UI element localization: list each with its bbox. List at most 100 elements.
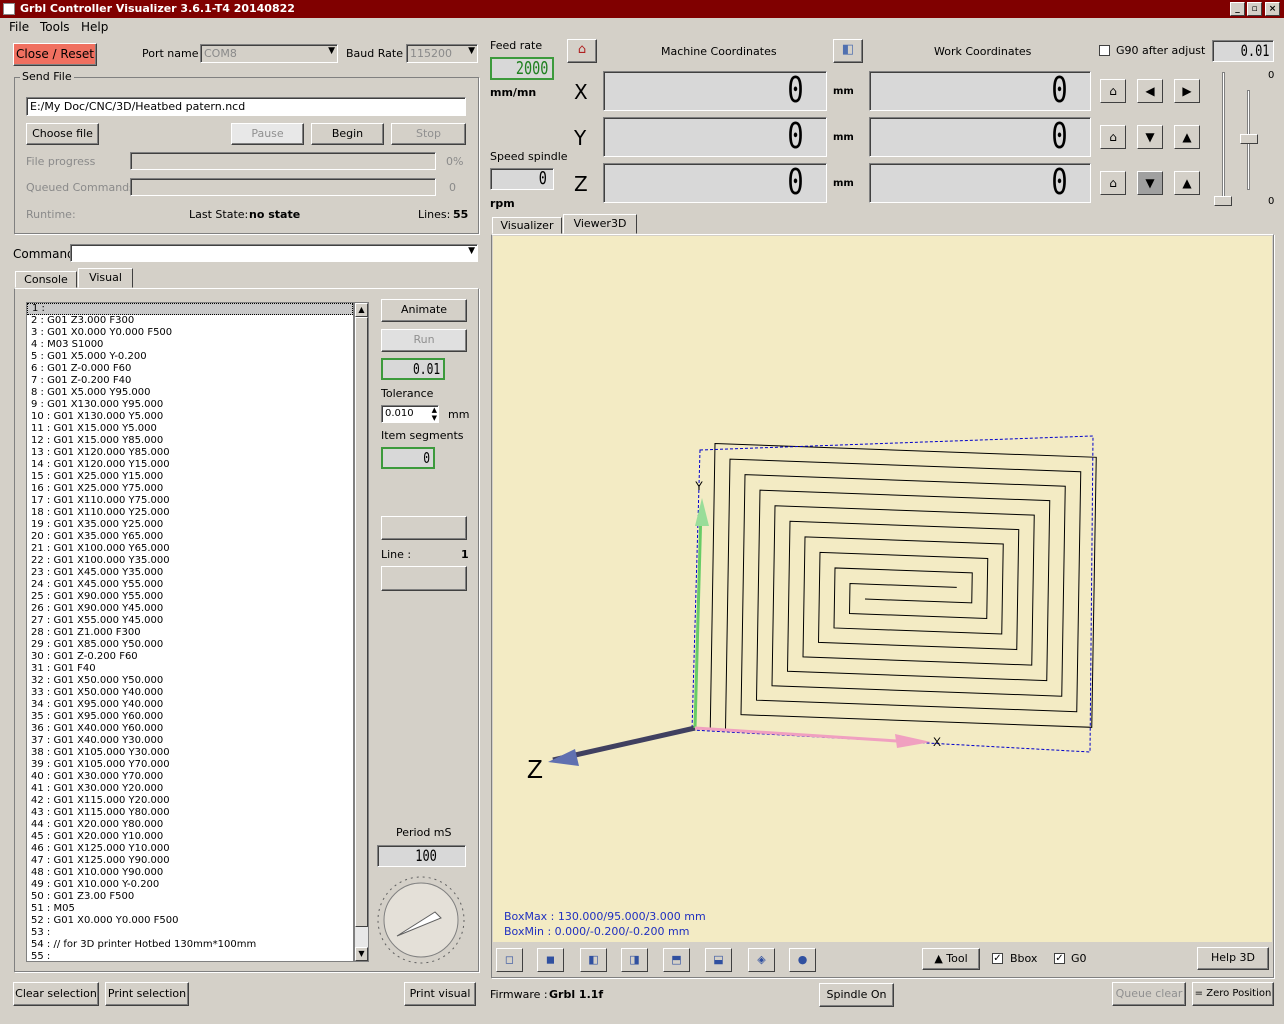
file-path-input[interactable]: E:/My Doc/CNC/3D/Heatbed patern.ncd [26,97,466,116]
view-reset-button[interactable]: ● [789,948,816,972]
pause-button[interactable]: Pause [231,123,304,145]
gcode-line[interactable]: 45 : G01 X20.000 Y10.000 [27,831,353,843]
gcode-line[interactable]: 20 : G01 X35.000 Y65.000 [27,531,353,543]
jog-y-plus-button[interactable]: ▲ [1174,125,1200,149]
gcode-line[interactable]: 51 : M05 [27,903,353,915]
gcode-line[interactable]: 40 : G01 X30.000 Y70.000 [27,771,353,783]
gcode-line[interactable]: 22 : G01 X100.000 Y35.000 [27,555,353,567]
gcode-line[interactable]: 44 : G01 X20.000 Y80.000 [27,819,353,831]
jog-x-plus-button[interactable]: ▶ [1174,79,1200,103]
g90-checkbox[interactable] [1099,45,1110,56]
command-input[interactable]: ▼ [70,244,478,262]
gcode-line[interactable]: 24 : G01 X45.000 Y55.000 [27,579,353,591]
tool-menu-button[interactable]: ▲ Tool [922,948,980,970]
close-reset-button[interactable]: Close / Reset [13,43,97,66]
gcode-line[interactable]: 16 : G01 X25.000 Y75.000 [27,483,353,495]
gcode-line[interactable]: 15 : G01 X25.000 Y15.000 [27,471,353,483]
gcode-line[interactable]: 47 : G01 X125.000 Y90.000 [27,855,353,867]
print-visual-button[interactable]: Print visual [404,982,476,1006]
gcode-line[interactable]: 14 : G01 X120.000 Y15.000 [27,459,353,471]
maximize-button[interactable]: ▫ [1247,2,1262,16]
gcode-line[interactable]: 35 : G01 X95.000 Y60.000 [27,711,353,723]
gcode-line[interactable]: 3 : G01 X0.000 Y0.000 F500 [27,327,353,339]
queue-clear-button[interactable]: Queue clear [1112,982,1186,1006]
chevron-down-icon[interactable]: ▼ [468,246,475,256]
gcode-line[interactable]: 23 : G01 X45.000 Y35.000 [27,567,353,579]
menu-file[interactable]: File [9,20,29,34]
blank-button-1[interactable] [381,516,467,540]
gcode-line[interactable]: 36 : G01 X40.000 Y60.000 [27,723,353,735]
machine-home-button[interactable]: ⌂ [567,39,597,63]
gcode-line[interactable]: 8 : G01 X5.000 Y95.000 [27,387,353,399]
gcode-line[interactable]: 6 : G01 Z-0.000 F60 [27,363,353,375]
gcode-line[interactable]: 50 : G01 Z3.00 F500 [27,891,353,903]
gcode-line[interactable]: 21 : G01 X100.000 Y65.000 [27,543,353,555]
tab-console[interactable]: Console [15,271,77,288]
gcode-line[interactable]: 11 : G01 X15.000 Y5.000 [27,423,353,435]
print-selection-button[interactable]: Print selection [105,982,189,1006]
menu-help[interactable]: Help [81,20,108,34]
gcode-line[interactable]: 33 : G01 X50.000 Y40.000 [27,687,353,699]
gcode-line[interactable]: 43 : G01 X115.000 Y80.000 [27,807,353,819]
spindle-on-button[interactable]: Spindle On [819,983,894,1007]
tolerance-spinbox[interactable]: 0.010 ▲ ▼ [381,405,439,423]
work-zero-button[interactable]: ◧ [833,39,863,63]
gcode-line[interactable]: 53 : [27,927,353,939]
baud-rate-select[interactable]: 115200 ▼ [406,44,478,63]
scroll-down-icon[interactable]: ▼ [355,947,368,961]
gcode-line[interactable]: 55 : [27,951,353,961]
port-name-select[interactable]: COM8 ▼ [200,44,338,63]
view-left-button[interactable]: ◧ [580,948,607,972]
view-front-button[interactable]: ◻ [496,948,523,972]
gcode-line[interactable]: 46 : G01 X125.000 Y10.000 [27,843,353,855]
feed-override-slider[interactable] [1238,90,1260,190]
minimize-button[interactable]: _ [1230,2,1245,16]
gcode-line[interactable]: 10 : G01 X130.000 Y5.000 [27,411,353,423]
gcode-line[interactable]: 28 : G01 Z1.000 F300 [27,627,353,639]
gcode-line[interactable]: 9 : G01 X130.000 Y95.000 [27,399,353,411]
home-y-button[interactable]: ⌂ [1100,125,1126,149]
gcode-line[interactable]: 2 : G01 Z3.000 F300 [27,315,353,327]
gcode-line[interactable]: 41 : G01 X30.000 Y20.000 [27,783,353,795]
jog-step-slider[interactable] [1214,72,1232,206]
tab-visualizer[interactable]: Visualizer [492,217,562,234]
home-z-button[interactable]: ⌂ [1100,171,1126,195]
gcode-line[interactable]: 54 : // for 3D printer Hotbed 130mm*100m… [27,939,353,951]
gcode-line[interactable]: 32 : G01 X50.000 Y50.000 [27,675,353,687]
tab-visual[interactable]: Visual [78,268,133,288]
help-3d-button[interactable]: Help 3D [1197,947,1269,970]
choose-file-button[interactable]: Choose file [26,123,99,145]
gcode-line[interactable]: 12 : G01 X15.000 Y85.000 [27,435,353,447]
scroll-thumb[interactable] [355,317,368,927]
bbox-checkbox[interactable]: ✓ [992,953,1003,964]
gcode-line[interactable]: 13 : G01 X120.000 Y85.000 [27,447,353,459]
gcode-line[interactable]: 25 : G01 X90.000 Y55.000 [27,591,353,603]
gcode-line[interactable]: 4 : M03 S1000 [27,339,353,351]
scroll-up-icon[interactable]: ▲ [355,303,368,317]
gcode-line[interactable]: 49 : G01 X10.000 Y-0.200 [27,879,353,891]
gcode-line[interactable]: 39 : G01 X105.000 Y70.000 [27,759,353,771]
gcode-line[interactable]: 7 : G01 Z-0.200 F40 [27,375,353,387]
view-right-button[interactable]: ◨ [621,948,648,972]
animate-button[interactable]: Animate [381,299,467,322]
gcode-line[interactable]: 30 : G01 Z-0.200 F60 [27,651,353,663]
gcode-line[interactable]: 48 : G01 X10.000 Y90.000 [27,867,353,879]
gcode-scrollbar[interactable]: ▲ ▼ [354,302,369,962]
gcode-line[interactable]: 1 : [27,303,353,315]
close-window-button[interactable]: × [1265,2,1280,16]
begin-button[interactable]: Begin [311,123,384,145]
jog-y-minus-button[interactable]: ▼ [1137,125,1163,149]
gcode-line[interactable]: 42 : G01 X115.000 Y20.000 [27,795,353,807]
jog-z-minus-button[interactable]: ▼ [1137,171,1163,195]
slider-thumb[interactable] [1214,196,1232,206]
run-button[interactable]: Run [381,329,467,352]
view-iso-button[interactable]: ◈ [748,948,775,972]
g0-checkbox[interactable]: ✓ [1054,953,1065,964]
clear-selection-button[interactable]: Clear selection [13,982,99,1006]
viewer3d-canvas[interactable]: Z Y X BoxMax : 130.000/95.000/3.000 mm B… [493,236,1272,942]
slider-thumb[interactable] [1240,134,1258,144]
view-bottom-button[interactable]: ⬓ [705,948,732,972]
stop-button[interactable]: Stop [391,123,466,145]
blank-button-2[interactable] [381,566,467,591]
home-x-button[interactable]: ⌂ [1100,79,1126,103]
